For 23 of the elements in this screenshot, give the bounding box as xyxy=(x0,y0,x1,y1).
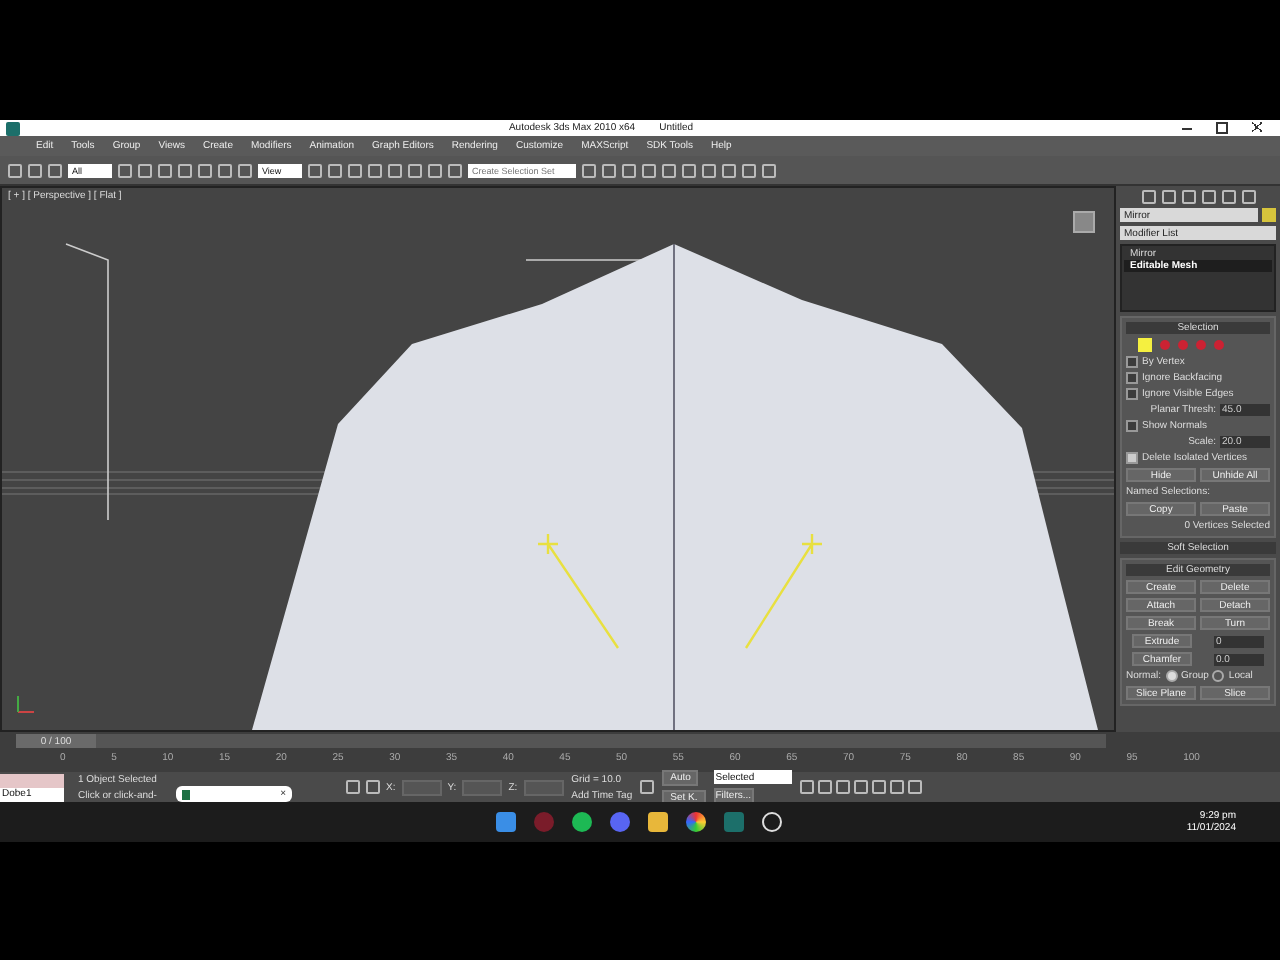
checkbox[interactable] xyxy=(1126,452,1138,464)
listener-field[interactable] xyxy=(0,773,64,787)
checkbox[interactable] xyxy=(1126,388,1138,400)
coordinate-field[interactable] xyxy=(462,779,503,795)
coordinate-field[interactable] xyxy=(401,779,442,795)
radio-button[interactable] xyxy=(1212,670,1225,682)
radio-button[interactable] xyxy=(1165,670,1178,682)
start-icon[interactable] xyxy=(496,812,516,832)
torso-mesh-drawing[interactable] xyxy=(252,244,1098,730)
spreadsheet-icon xyxy=(182,789,190,799)
object-color-swatch[interactable] xyxy=(1262,208,1276,222)
checkbox[interactable] xyxy=(1126,356,1138,368)
app-logo-icon xyxy=(6,121,20,135)
app-logo-icon[interactable] xyxy=(724,812,744,832)
folder-icon[interactable] xyxy=(648,812,668,832)
checkbox[interactable] xyxy=(1126,420,1138,432)
app-circle-icon[interactable] xyxy=(762,812,782,832)
restore-icon[interactable] xyxy=(1216,122,1228,134)
minimize-icon[interactable] xyxy=(1182,127,1192,129)
axis-tripod-icon xyxy=(17,695,35,713)
coordinate-field[interactable] xyxy=(523,779,564,795)
checkbox[interactable] xyxy=(1126,372,1138,384)
close-icon[interactable] xyxy=(1252,122,1262,132)
